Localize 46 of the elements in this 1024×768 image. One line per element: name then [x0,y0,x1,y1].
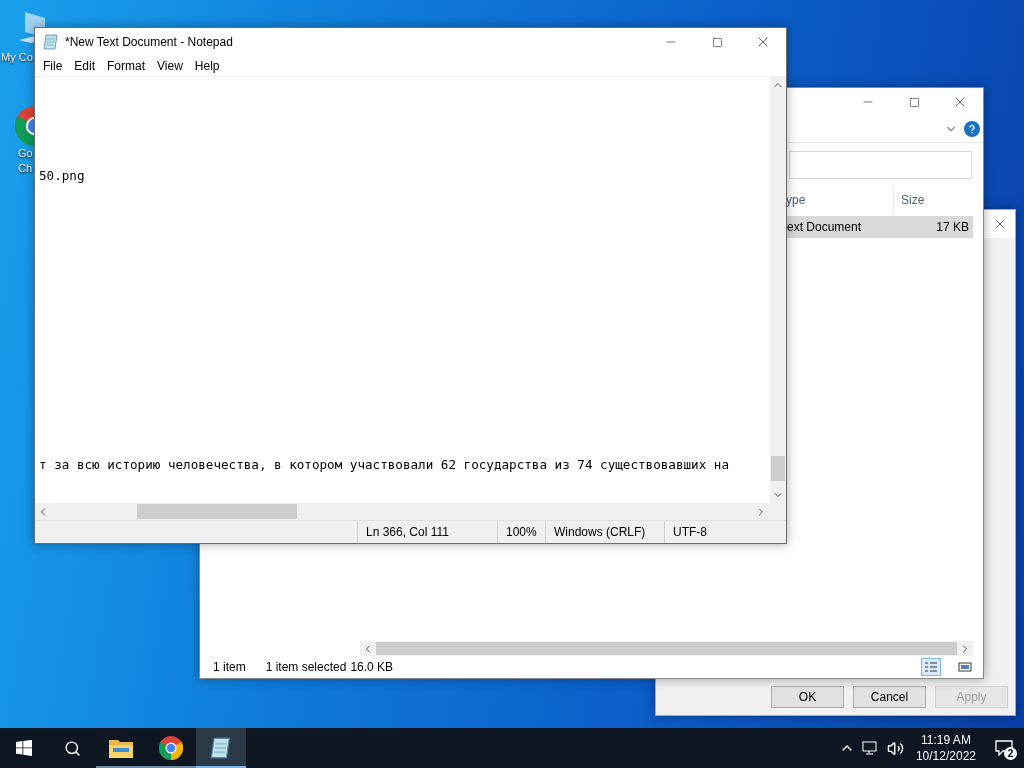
clock-time[interactable]: 11:19 AM [921,732,971,748]
notifications-button[interactable]: 2 [984,728,1024,768]
taskbar-app-button[interactable] [196,728,246,768]
notepad-icon [43,34,59,50]
search-icon [63,739,81,757]
notification-count: 2 [1004,747,1017,760]
text-line: 50.png [39,168,85,184]
dialog-button[interactable]: Cancel [853,686,926,708]
clock-date[interactable]: 10/12/2022 [915,748,976,764]
details-view-button[interactable] [921,658,941,676]
text-line: т за всю историю человечества, в котором участвовали 62 государства из 74 существовавших на [39,457,729,473]
horizontal-scrollbar[interactable] [360,641,973,656]
scrollbar-thumb[interactable] [137,504,297,519]
column-header[interactable]: Size [893,187,973,213]
menu-item[interactable]: View [151,59,189,73]
tiles-view-icon [958,661,972,673]
notepad-icon [210,737,232,759]
dialog-button[interactable]: OK [771,686,844,708]
status-text: 100% [497,521,545,543]
vertical-scrollbar[interactable] [770,77,786,503]
network-icon[interactable] [861,740,880,756]
chrome-logo-icon [159,736,183,760]
menu-item[interactable]: File [37,59,69,73]
table-cell[interactable]: 17 KB [897,216,973,238]
scrollbar-thumb[interactable] [771,456,785,481]
scrollbar-thumb[interactable] [376,642,957,655]
maximize-icon [711,36,723,48]
windows-logo-icon [16,740,32,756]
status-text: 1 item [213,660,246,674]
volume-icon[interactable] [886,739,904,757]
help-icon[interactable] [964,121,980,137]
horizontal-scrollbar[interactable] [35,503,786,520]
details-view-icon [924,661,938,673]
menu-item[interactable]: Edit [68,59,102,73]
status-text: Windows (CRLF) [545,521,664,543]
menu-item[interactable]: Format [101,59,152,73]
window-title: *New Text Document - Notepad [65,35,234,49]
status-text: Ln 366, Col 111 [357,521,497,543]
speech-bubble-icon [995,740,1013,756]
folder-icon [109,738,133,758]
status-text: 16.0 KB [350,660,394,674]
maximize-icon [908,96,920,108]
search-field[interactable] [789,151,972,179]
status-text: UTF-8 [664,521,769,543]
status-text: 1 item selected [265,660,347,674]
menu-item[interactable]: Help [188,59,226,73]
